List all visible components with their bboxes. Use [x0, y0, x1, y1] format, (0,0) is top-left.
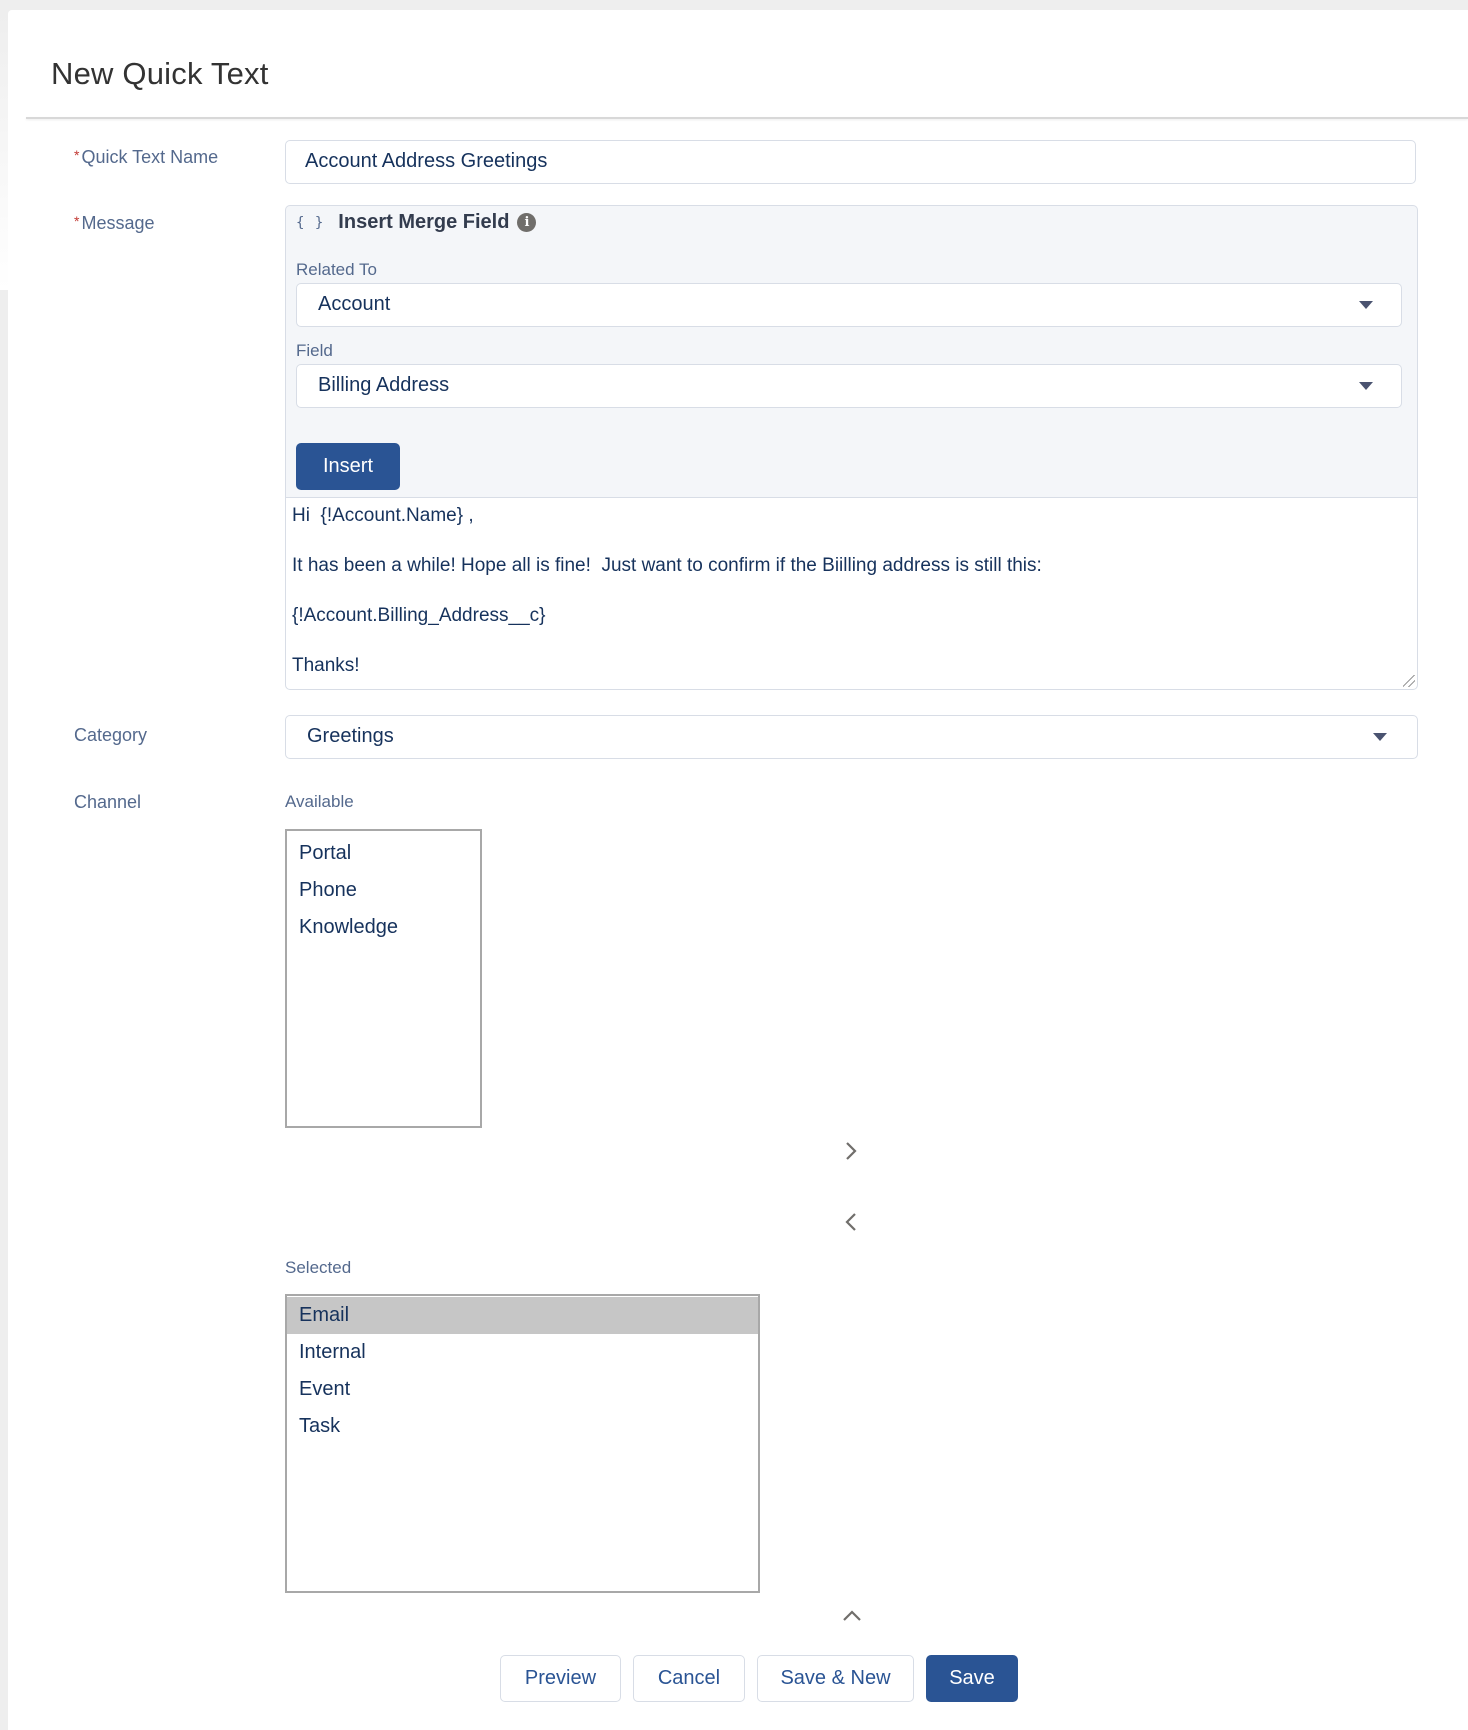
save-button[interactable]: Save [926, 1655, 1018, 1702]
message-line: {!Account.Billing_Address__c} [292, 605, 546, 626]
related-to-select[interactable]: Account [296, 283, 1402, 327]
quick-text-name-input[interactable]: Account Address Greetings [285, 140, 1416, 184]
move-right-button[interactable] [839, 1139, 863, 1163]
quick-text-name-label-text: Quick Text Name [81, 147, 219, 167]
category-label: Category [74, 725, 148, 745]
message-textarea[interactable]: Hi {!Account.Name} , It has been a while… [285, 497, 1418, 690]
selected-option[interactable]: Task [287, 1408, 758, 1445]
chevron-right-icon [846, 1142, 857, 1160]
header-divider [26, 117, 1468, 119]
available-option[interactable]: Portal [287, 835, 480, 872]
message-label: * Message [74, 213, 155, 234]
insert-button[interactable]: Insert [296, 443, 400, 490]
preview-button[interactable]: Preview [500, 1655, 621, 1702]
field-label: Field [296, 341, 333, 360]
required-marker: * [74, 147, 80, 163]
message-line: Thanks! [292, 655, 360, 676]
page-title: New Quick Text [51, 56, 269, 91]
message-line: Hi {!Account.Name} , [292, 505, 474, 526]
field-select[interactable]: Billing Address [296, 364, 1402, 408]
field-value: Billing Address [318, 374, 450, 396]
selected-option[interactable]: Internal [287, 1334, 758, 1371]
info-icon[interactable]: i [517, 213, 537, 232]
quick-text-name-label: * Quick Text Name [74, 147, 218, 168]
merge-field-panel: { } Insert Merge Field i Related To Acco… [285, 205, 1418, 497]
chevron-down-icon [1359, 382, 1373, 390]
message-line: It has been a while! Hope all is fine! J… [292, 555, 1042, 576]
chevron-down-icon [1359, 301, 1373, 309]
selected-option-highlighted[interactable]: Email [287, 1297, 758, 1334]
save-and-new-button[interactable]: Save & New [757, 1655, 914, 1702]
move-left-button[interactable] [839, 1210, 863, 1234]
selected-label: Selected [285, 1258, 352, 1277]
related-to-value: Account [318, 293, 391, 315]
merge-field-header: { } Insert Merge Field i [296, 211, 537, 234]
related-to-label: Related To [296, 260, 377, 279]
move-up-button[interactable] [840, 1604, 864, 1628]
available-option[interactable]: Phone [287, 872, 480, 909]
background-edge [0, 10, 8, 290]
resize-handle-icon[interactable] [1403, 675, 1415, 687]
selected-option[interactable]: Event [287, 1371, 758, 1408]
available-listbox[interactable]: Portal Phone Knowledge [285, 829, 482, 1128]
cancel-button[interactable]: Cancel [633, 1655, 745, 1702]
required-marker: * [74, 213, 80, 229]
merge-field-icon: { } [296, 214, 325, 231]
category-select[interactable]: Greetings [285, 715, 1418, 759]
chevron-left-icon [845, 1213, 856, 1231]
merge-field-title: Insert Merge Field [338, 211, 510, 233]
message-label-text: Message [81, 213, 155, 233]
category-value: Greetings [307, 725, 394, 747]
available-option[interactable]: Knowledge [287, 909, 480, 946]
chevron-down-icon [1373, 733, 1387, 741]
available-label: Available [285, 792, 354, 811]
selected-listbox[interactable]: Email Internal Event Task [285, 1294, 760, 1593]
channel-label: Channel [74, 792, 142, 812]
chevron-up-icon [843, 1610, 861, 1621]
